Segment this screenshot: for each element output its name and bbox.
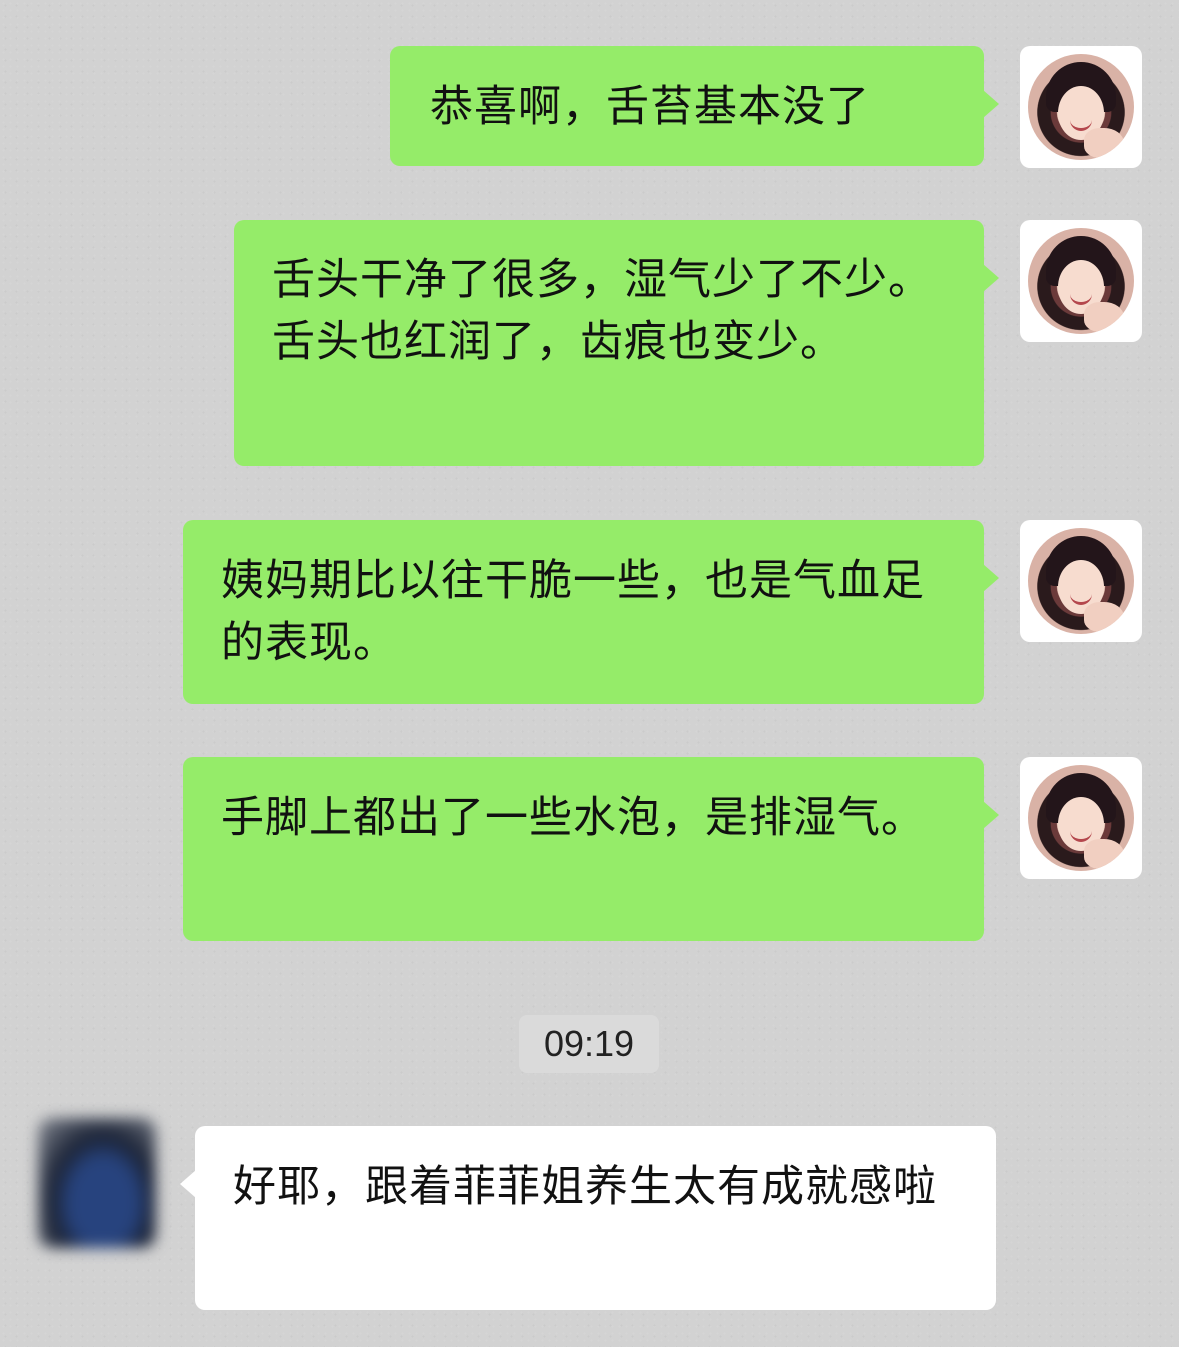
message-bubble-incoming[interactable]: 好耶，跟着菲菲姐养生太有成就感啦 — [180, 1126, 996, 1310]
message-text: 好耶，跟着菲菲姐养生太有成就感啦 — [233, 1162, 937, 1212]
self-avatar[interactable] — [1020, 220, 1142, 342]
message-text: 姨妈期比以往干脆一些，也是气血足的表现。 — [221, 556, 925, 668]
self-avatar[interactable] — [1020, 757, 1142, 879]
avatar-blurred-icon[interactable] — [38, 1118, 156, 1248]
message-bubble-outgoing[interactable]: 恭喜啊，舌苔基本没了 — [390, 46, 999, 166]
message-text: 恭喜啊，舌苔基本没了 — [430, 82, 870, 132]
message-text: 舌头干净了很多，湿气少了不少。舌头也红润了，齿痕也变少。 — [272, 255, 932, 367]
message-timestamp: 09:19 — [519, 1015, 659, 1073]
avatar-woman-photo-icon — [1028, 528, 1134, 634]
avatar-woman-photo-icon — [1028, 54, 1134, 160]
message-text: 手脚上都出了一些水泡，是排湿气。 — [221, 793, 925, 843]
message-bubble-outgoing[interactable]: 手脚上都出了一些水泡，是排湿气。 — [183, 757, 999, 941]
self-avatar[interactable] — [1020, 520, 1142, 642]
avatar-woman-photo-icon — [1028, 228, 1134, 334]
avatar-woman-photo-icon — [1028, 765, 1134, 871]
message-bubble-outgoing[interactable]: 舌头干净了很多，湿气少了不少。舌头也红润了，齿痕也变少。 — [234, 220, 999, 466]
self-avatar[interactable] — [1020, 46, 1142, 168]
message-bubble-outgoing[interactable]: 姨妈期比以往干脆一些，也是气血足的表现。 — [183, 520, 999, 704]
